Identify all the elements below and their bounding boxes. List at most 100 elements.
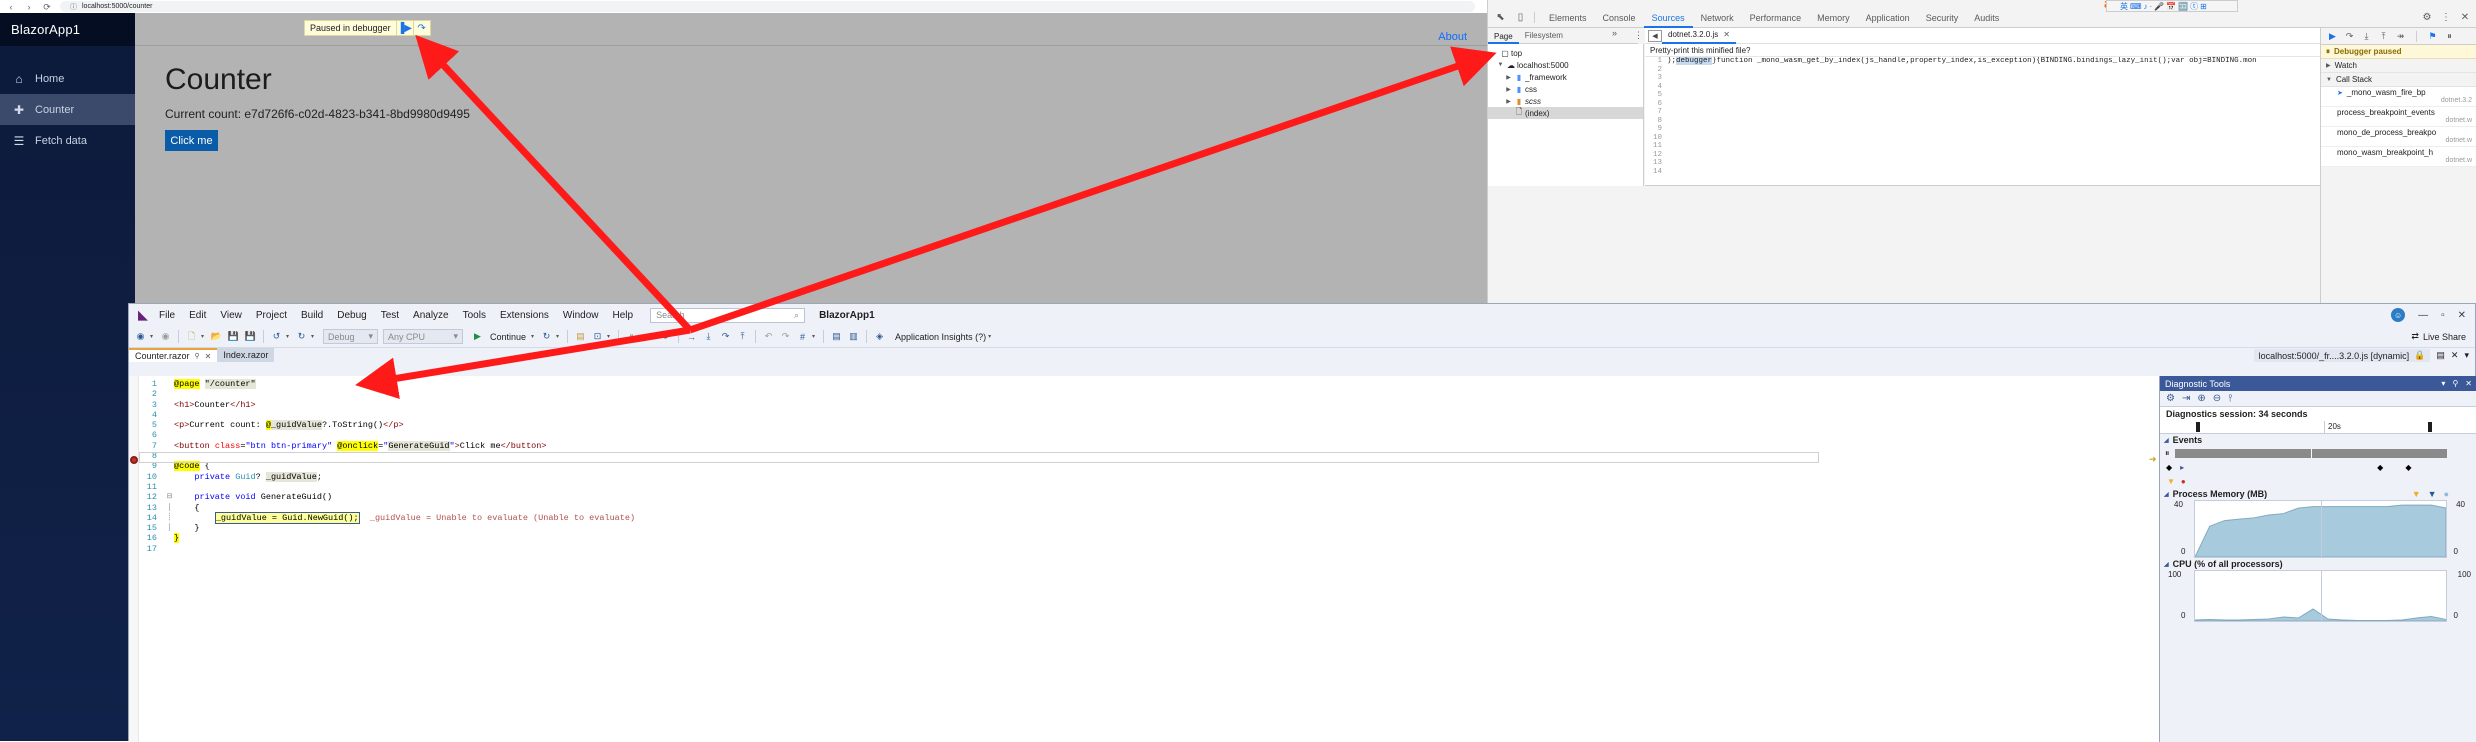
click-me-button[interactable]: Click me <box>165 130 218 151</box>
diag-settings-icon[interactable]: ⚙ <box>2166 393 2175 404</box>
tree-item-framework[interactable]: ▶ ▮ _framework <box>1488 71 1643 83</box>
dynamic-file-indicator[interactable]: localhost:5000/_fr....3.2.0.js [dynamic]… <box>2253 349 2431 362</box>
break-all-icon[interactable]: ⏸ <box>624 329 639 345</box>
code-line[interactable]: 14 ┊ _guidValue = Guid.NewGuid(); _guidVa… <box>129 511 2159 524</box>
diag-close-icon[interactable]: ✕ <box>2465 379 2472 388</box>
tree-arrow[interactable]: ▶ <box>1504 98 1513 105</box>
fold-marker[interactable] <box>165 482 174 492</box>
fold-marker[interactable] <box>165 420 174 430</box>
fold-marker[interactable] <box>165 410 174 420</box>
fold-marker[interactable]: │ <box>165 503 174 513</box>
close-icon[interactable]: ✕ <box>205 352 212 361</box>
attach-process-icon[interactable]: ▤ <box>573 329 588 345</box>
diag-zoom-out-icon[interactable]: ⊖ <box>2213 393 2221 404</box>
diagnostics-timeline-ruler[interactable]: 20s <box>2160 421 2476 434</box>
tab-elements[interactable]: Elements <box>1541 8 1595 28</box>
back-icon[interactable]: ‹ <box>6 2 16 12</box>
subtabs-more-icon[interactable]: » <box>1612 28 1617 38</box>
tab-performance[interactable]: Performance <box>1742 8 1810 28</box>
fold-marker[interactable] <box>165 544 174 554</box>
undo-nav-icon[interactable]: ↶ <box>761 329 776 345</box>
chevron-down-icon[interactable]: ▾ <box>531 333 537 340</box>
process-memory-section-header[interactable]: ◢ Process Memory (MB) ▼ ▼ ● <box>2160 488 2476 500</box>
step-out-icon[interactable]: ⤒ <box>735 329 750 345</box>
fold-marker[interactable] <box>165 400 174 410</box>
watch-section-header[interactable]: ▶ Watch <box>2321 59 2476 73</box>
call-stack-row[interactable]: mono_wasm_breakpoint_h dotnet.w <box>2321 147 2476 167</box>
tab-audits[interactable]: Audits <box>1966 8 2007 28</box>
devtools-menu-icon[interactable]: ⋮ <box>2439 11 2453 25</box>
tree-item-index[interactable]: 🗋 (index) <box>1488 107 1643 119</box>
minimize-button[interactable]: — <box>2418 310 2428 321</box>
chevron-down-icon[interactable]: ▾ <box>311 333 317 340</box>
menu-debug[interactable]: Debug <box>330 310 373 321</box>
select-element-icon[interactable]: ⊡ <box>590 329 605 345</box>
call-stack-row[interactable]: ➤ _mono_wasm_fire_bp dotnet.3.2 <box>2321 87 2476 107</box>
fold-marker[interactable] <box>165 389 174 399</box>
sidebar-item-fetch-data[interactable]: ☰ Fetch data <box>0 125 135 156</box>
fold-marker[interactable]: │ <box>165 523 174 533</box>
navigator-toggle-icon[interactable]: ◀ <box>1648 29 1662 42</box>
step-button[interactable]: ↠ <box>2393 29 2408 44</box>
tab-memory[interactable]: Memory <box>1809 8 1858 28</box>
ime-grid-icon[interactable]: ⊞ <box>2200 2 2207 11</box>
fold-marker[interactable] <box>165 472 174 482</box>
menu-edit[interactable]: Edit <box>182 310 213 321</box>
subtab-page[interactable]: Page <box>1488 28 1519 44</box>
vs-search-input[interactable]: Search ⌕ <box>650 307 806 323</box>
close-button[interactable]: ✕ <box>2458 310 2466 321</box>
code-line[interactable]: 12 ⊟ private void GenerateGuid() <box>129 492 2159 502</box>
redo-icon[interactable]: ↻ <box>294 329 309 345</box>
fold-marker[interactable] <box>165 430 174 440</box>
editor-breakpoint-gutter[interactable] <box>129 376 139 742</box>
stop-debugging-icon[interactable]: ■ <box>641 329 656 345</box>
continue-button[interactable]: Continue <box>487 332 529 342</box>
properties-window-icon[interactable]: ▥ <box>846 329 861 345</box>
step-out-button[interactable]: ⤒ <box>2376 29 2391 44</box>
tree-item-scss[interactable]: ▶ ▮ scss <box>1488 95 1643 107</box>
undo-icon[interactable]: ↺ <box>269 329 284 345</box>
platform-combo[interactable]: Any CPU ▾ <box>383 329 463 344</box>
ime-tool-icon[interactable]: ⓣ <box>2190 1 2198 12</box>
cpu-section-header[interactable]: ◢ CPU (% of all processors) <box>2160 558 2476 570</box>
code-line[interactable]: 16} <box>129 533 2159 544</box>
code-line[interactable]: 1 @page "/counter" <box>129 379 2159 389</box>
site-info-icon[interactable]: ⓘ <box>70 2 77 12</box>
code-line[interactable]: 11 <box>129 482 2159 492</box>
navigate-backward-icon[interactable]: ◉ <box>133 329 148 345</box>
ime-mic-icon[interactable]: 🎤 <box>2154 2 2164 11</box>
pin-icon[interactable]: ⚲ <box>195 352 200 360</box>
chevron-down-icon[interactable]: ▾ <box>607 333 613 340</box>
feedback-smiley-icon[interactable]: ☺ <box>2391 308 2406 322</box>
navigate-forward-icon[interactable]: ◉ <box>158 329 173 345</box>
code-line[interactable]: 5 <p>Current count: @_guidValue?.ToString… <box>129 420 2159 431</box>
events-section-header[interactable]: ◢ Events <box>2160 434 2476 446</box>
forward-icon[interactable]: › <box>24 2 34 12</box>
reload-icon[interactable]: ⟳ <box>42 2 52 12</box>
menu-window[interactable]: Window <box>556 310 606 321</box>
diag-dropdown-icon[interactable]: ▾ <box>2441 379 2445 388</box>
tab-index-razor[interactable]: Index.razor <box>217 348 275 362</box>
code-line[interactable]: 6 <box>129 430 2159 440</box>
tab-security[interactable]: Security <box>1918 8 1967 28</box>
subtab-filesystem[interactable]: Filesystem <box>1519 31 1569 40</box>
tree-arrow[interactable]: ▼ <box>1496 62 1505 68</box>
diag-pin-icon[interactable]: ⚲ <box>2452 379 2458 388</box>
menu-view[interactable]: View <box>213 310 249 321</box>
line-numbers-icon[interactable]: # <box>795 329 810 345</box>
call-stack-row[interactable]: mono_de_process_breakpo dotnet.w <box>2321 127 2476 147</box>
hot-reload-icon[interactable]: ↻ <box>539 329 554 345</box>
fold-marker[interactable]: ┊ <box>165 513 174 523</box>
restart-icon[interactable]: ↺ <box>658 329 673 345</box>
tab-counter-razor[interactable]: Counter.razor ⚲ ✕ <box>129 348 218 362</box>
call-stack-section-header[interactable]: ▼ Call Stack <box>2321 73 2476 87</box>
diag-export-icon[interactable]: ⇥ <box>2182 393 2190 404</box>
menu-test[interactable]: Test <box>374 310 406 321</box>
ime-lang-icon[interactable]: 英 <box>2120 1 2128 12</box>
fold-marker[interactable] <box>165 379 174 389</box>
live-share-button[interactable]: Live Share <box>2423 332 2466 342</box>
split-icon[interactable]: ▤ <box>2436 350 2445 361</box>
configuration-combo[interactable]: Debug ▾ <box>323 329 378 344</box>
menu-build[interactable]: Build <box>294 310 330 321</box>
chevron-down-icon[interactable]: ▾ <box>286 333 292 340</box>
